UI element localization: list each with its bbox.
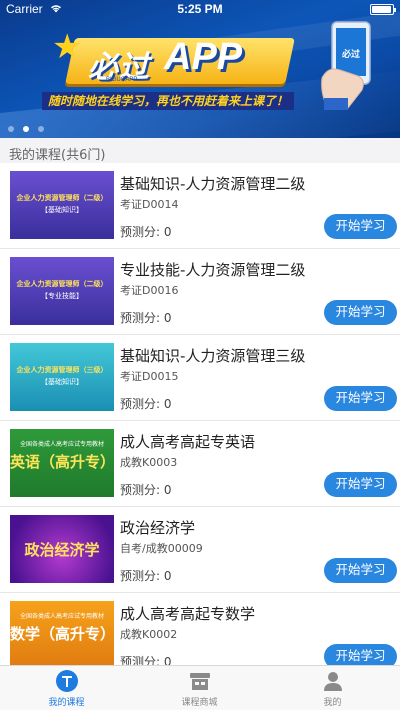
start-learning-button[interactable]: 开始学习 — [324, 644, 397, 665]
course-code: 成教K0002 — [120, 628, 178, 641]
course-thumbnail[interactable]: 全国各类成人高考应试专用教材 英语（高升专） — [10, 429, 114, 497]
thumbnail-title: 企业人力资源管理师（二级） — [16, 194, 108, 202]
user-icon — [324, 672, 342, 691]
course-name[interactable]: 成人高考高起专数学 — [120, 603, 255, 624]
course-code: 考证D0014 — [120, 198, 179, 211]
start-learning-button[interactable]: 开始学习 — [324, 300, 397, 325]
carousel-dot[interactable] — [38, 126, 44, 132]
carousel-dot[interactable] — [8, 126, 14, 132]
start-learning-button[interactable]: 开始学习 — [324, 386, 397, 411]
course-code: 考证D0015 — [120, 370, 179, 383]
course-thumbnail[interactable]: 全国各类成人高考应试专用教材 数学（高升专） — [10, 601, 114, 665]
predicted-score: 预测分: 0 — [120, 569, 172, 583]
thumbnail-subtitle: 【基础知识】 — [41, 378, 83, 386]
course-thumbnail[interactable]: 企业人力资源管理师（二级） 【基础知识】 — [10, 171, 114, 239]
course-thumbnail[interactable]: 企业人力资源管理师（二级） 【专业技能】 — [10, 257, 114, 325]
predicted-score: 预测分: 0 — [120, 397, 172, 411]
thumbnail-title: 政治经济学 — [24, 541, 100, 559]
course-code: 自考/成教00009 — [120, 542, 203, 555]
start-learning-button[interactable]: 开始学习 — [324, 472, 397, 497]
course-thumbnail[interactable]: 政治经济学 — [10, 515, 114, 583]
course-item[interactable]: 政治经济学 政治经济学 自考/成教00009 预测分: 0 开始学习 — [0, 507, 400, 593]
banner-slogan: 随时随地在线学习，再也不用赶着来上课了！ — [42, 92, 295, 110]
start-learning-button[interactable]: 开始学习 — [324, 558, 397, 583]
tab-bar: 我的课程 课程商城 我的 — [0, 665, 400, 710]
battery-icon — [370, 4, 396, 15]
tab-my-courses[interactable]: 我的课程 — [0, 666, 133, 710]
course-code: 考证D0016 — [120, 284, 179, 297]
course-item[interactable]: 企业人力资源管理师（二级） 【专业技能】 专业技能-人力资源管理二级 考证D00… — [0, 249, 400, 335]
course-item[interactable]: 企业人力资源管理师（三级） 【基础知识】 基础知识-人力资源管理三级 考证D00… — [0, 335, 400, 421]
predicted-score: 预测分: 0 — [120, 655, 172, 665]
course-name[interactable]: 成人高考高起专英语 — [120, 431, 255, 452]
start-learning-button[interactable]: 开始学习 — [324, 214, 397, 239]
clock-time: 5:25 PM — [177, 2, 223, 16]
course-code: 成教K0003 — [120, 456, 178, 469]
thumbnail-subtitle: 【专业技能】 — [41, 292, 83, 300]
predicted-score: 预测分: 0 — [120, 225, 172, 239]
svg-text:必过: 必过 — [341, 48, 360, 60]
course-item[interactable]: 全国各类成人高考应试专用教材 英语（高升专） 成人高考高起专英语 成教K0003… — [0, 421, 400, 507]
course-item[interactable]: 企业人力资源管理师（二级） 【基础知识】 基础知识-人力资源管理二级 考证D00… — [0, 163, 400, 249]
course-thumbnail[interactable]: 企业人力资源管理师（三级） 【基础知识】 — [10, 343, 114, 411]
star-icon: ★ — [52, 27, 83, 67]
course-name[interactable]: 政治经济学 — [120, 517, 195, 538]
course-icon — [56, 670, 78, 692]
logo-app-text: APP — [164, 36, 243, 78]
course-section-title: 我的课程(共6门) — [9, 148, 106, 163]
tab-label: 我的课程 — [48, 698, 85, 708]
carousel-dot-active[interactable] — [23, 126, 29, 132]
promo-banner[interactable]: ★ 必过 APP BIGUOAPP 随时随地在线学习，再也不用赶着来上课了！ 必… — [0, 0, 400, 138]
status-bar: Carrier 5:25 PM — [0, 0, 400, 18]
store-icon — [190, 673, 210, 690]
tab-profile[interactable]: 我的 — [266, 666, 399, 710]
banner-logo: ★ 必过 APP BIGUOAPP — [52, 27, 295, 94]
predicted-score: 预测分: 0 — [120, 483, 172, 497]
thumbnail-title: 英语（高升专） — [10, 453, 114, 471]
app-screen: ★ 必过 APP BIGUOAPP 随时随地在线学习，再也不用赶着来上课了！ 必… — [0, 0, 400, 710]
course-name[interactable]: 专业技能-人力资源管理二级 — [120, 259, 305, 280]
thumbnail-caption: 全国各类成人高考应试专用教材 — [19, 441, 104, 448]
thumbnail-title: 数学（高升专） — [10, 625, 114, 643]
thumbnail-title: 企业人力资源管理师（三级） — [16, 366, 108, 374]
thumbnail-subtitle: 【基础知识】 — [41, 206, 83, 214]
thumbnail-caption: 全国各类成人高考应试专用教材 — [19, 613, 104, 620]
tab-label: 我的 — [323, 698, 342, 708]
thumbnail-title: 企业人力资源管理师（二级） — [16, 280, 108, 288]
course-list[interactable]: 企业人力资源管理师（二级） 【基础知识】 基础知识-人力资源管理二级 考证D00… — [0, 163, 400, 665]
course-name[interactable]: 基础知识-人力资源管理三级 — [120, 345, 305, 366]
logo-subtext: BIGUOAPP — [106, 77, 138, 83]
phone-illustration: 必过 — [321, 21, 371, 110]
carousel-indicator[interactable] — [8, 117, 53, 132]
predicted-score: 预测分: 0 — [120, 311, 172, 325]
course-name[interactable]: 基础知识-人力资源管理二级 — [120, 173, 305, 194]
course-item[interactable]: 全国各类成人高考应试专用教材 数学（高升专） 成人高考高起专数学 成教K0002… — [0, 593, 400, 665]
tab-course-store[interactable]: 课程商城 — [133, 666, 266, 710]
tab-label: 课程商城 — [181, 698, 218, 708]
